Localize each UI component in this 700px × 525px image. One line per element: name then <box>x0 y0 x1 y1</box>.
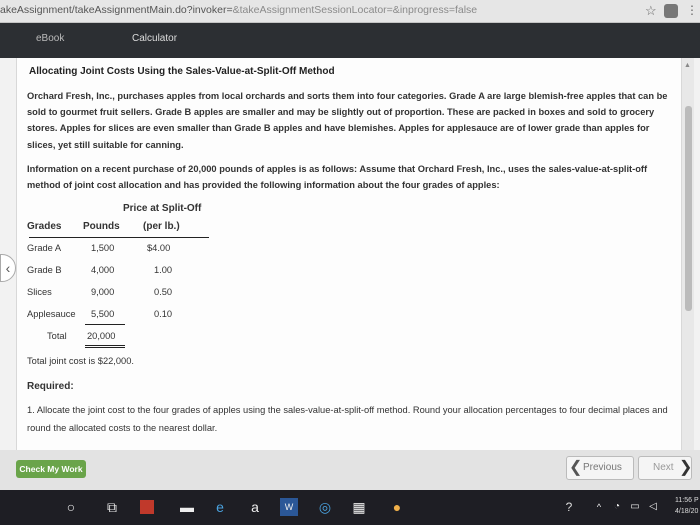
edge-icon[interactable]: e <box>211 498 229 516</box>
word-icon[interactable]: W <box>280 498 298 516</box>
chrome-icon[interactable]: ◎ <box>316 498 334 516</box>
address-bar[interactable]: akeAssignment/takeAssignmentMain.do?invo… <box>0 0 700 23</box>
tray-expand-icon[interactable]: ^ <box>590 498 608 516</box>
row-grade: Grade B <box>27 265 62 275</box>
battery-icon[interactable]: ▭ <box>626 498 644 516</box>
app-circle-icon[interactable]: ● <box>388 498 406 516</box>
next-button[interactable]: Next ❯ <box>638 456 692 480</box>
content-area: ‹ Allocating Joint Costs Using the Sales… <box>0 58 700 450</box>
information-paragraph: Information on a recent purchase of 20,0… <box>27 164 648 191</box>
file-explorer-icon[interactable]: ▬ <box>178 498 196 516</box>
volume-icon[interactable]: ◁ <box>644 498 662 516</box>
url-text[interactable]: akeAssignment/takeAssignmentMain.do?invo… <box>0 4 477 16</box>
total-rule-bottom-2 <box>85 347 125 348</box>
check-my-work-button[interactable]: Check My Work <box>16 460 86 478</box>
tab-ebook[interactable]: eBook <box>36 33 64 44</box>
previous-button[interactable]: ❮ Previous <box>566 456 634 480</box>
problem-title: Allocating Joint Costs Using the Sales-V… <box>29 66 335 77</box>
required-heading: Required: <box>27 381 74 392</box>
help-icon[interactable]: ? <box>560 498 578 516</box>
clock[interactable]: 11:56 P 4/18/20 <box>675 495 699 517</box>
row-price: 1.00 <box>154 265 173 275</box>
clock-time: 11:56 P <box>675 497 699 504</box>
row-grade: Slices <box>27 287 52 297</box>
header-rule <box>29 237 209 238</box>
joint-cost-text: Total joint cost is $22,000. <box>27 356 134 366</box>
vertical-scrollbar[interactable]: ▲ <box>682 58 694 450</box>
tool-bar: eBook Calculator <box>0 23 700 58</box>
bookmark-star-icon[interactable]: ☆ <box>645 3 657 19</box>
url-path: akeAssignment/takeAssignmentMain.do?invo… <box>0 4 233 16</box>
row-pounds: 1,500 <box>91 243 115 253</box>
row-pounds: 9,000 <box>91 287 115 297</box>
task-view-icon[interactable]: ⧉ <box>103 498 121 516</box>
row-price: $4.00 <box>147 243 171 253</box>
amazon-icon[interactable]: a <box>246 498 264 516</box>
requirement-1: 1. Allocate the joint cost to the four g… <box>27 405 668 433</box>
clock-date: 4/18/20 <box>675 508 699 515</box>
calculator-icon[interactable]: ▦ <box>350 498 368 516</box>
row-price: 0.50 <box>154 287 173 297</box>
header-grades: Grades <box>27 221 62 232</box>
wifi-icon[interactable]: ◔ <box>608 498 626 516</box>
total-pounds: 20,000 <box>87 331 116 341</box>
windows-taskbar: ○ ⧉ ▬ e a W ◎ ▦ ● ? ^ ◔ ▭ ◁ 11:56 P 4/18… <box>0 490 700 525</box>
row-pounds: 5,500 <box>91 309 115 319</box>
problem-page: Allocating Joint Costs Using the Sales-V… <box>16 58 682 450</box>
next-label: Next <box>653 462 674 473</box>
chevron-left-icon[interactable]: ‹ <box>0 254 16 282</box>
row-grade: Grade A <box>27 243 62 253</box>
header-price-line1: Price at Split-Off <box>123 203 202 214</box>
tab-calculator[interactable]: Calculator <box>132 33 177 44</box>
previous-label: Previous <box>583 462 622 473</box>
header-price-line2: (per lb.) <box>143 221 180 232</box>
problem-description: Orchard Fresh, Inc., purchases apples fr… <box>27 91 668 150</box>
chevron-right-icon: ❯ <box>679 459 693 476</box>
extension-icon[interactable] <box>664 4 678 18</box>
assignment-footer: Check My Work ❮ Previous Next ❯ <box>0 450 700 490</box>
app-icon[interactable] <box>140 500 154 514</box>
scroll-up-icon[interactable]: ▲ <box>684 62 691 69</box>
scrollbar-thumb[interactable] <box>685 106 692 311</box>
row-grade: Applesauce <box>27 309 76 319</box>
chevron-left-icon: ❮ <box>569 459 583 476</box>
total-rule-top <box>85 324 125 325</box>
url-query: &takeAssignmentSessionLocator=&inprogres… <box>232 4 478 16</box>
header-pounds: Pounds <box>83 221 120 232</box>
total-rule-bottom-1 <box>85 345 125 346</box>
row-pounds: 4,000 <box>91 265 115 275</box>
browser-menu-icon[interactable]: ⋮ <box>686 3 698 17</box>
row-price: 0.10 <box>154 309 173 319</box>
cortana-icon[interactable]: ○ <box>62 498 80 516</box>
total-label: Total <box>47 331 67 341</box>
